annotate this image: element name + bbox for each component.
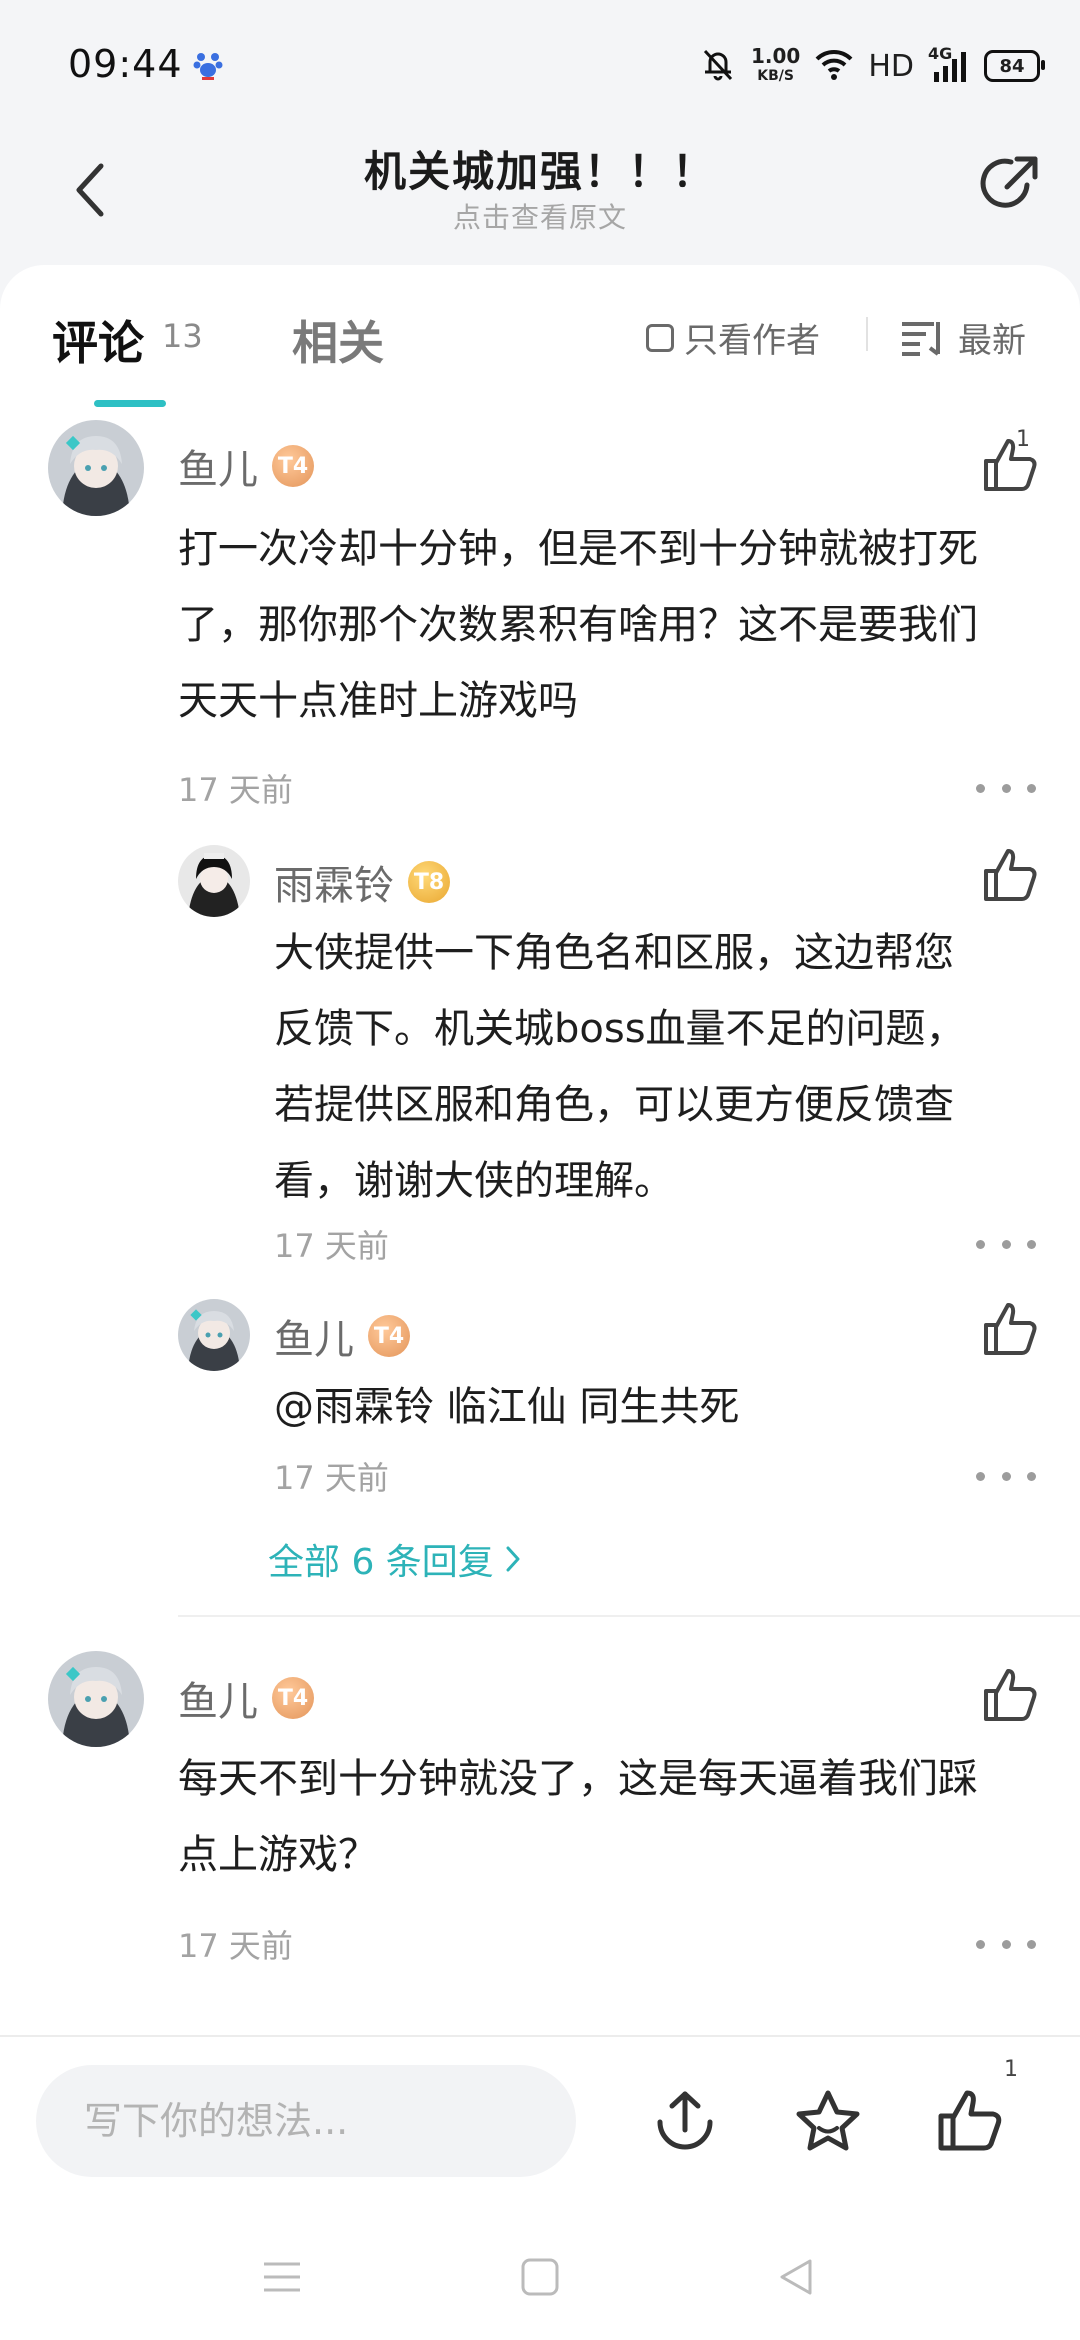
level-badge: T8 [408, 861, 450, 903]
comment-author: 鱼儿 T4 [178, 1669, 314, 1727]
system-nav-bar [0, 2205, 1080, 2340]
comment-time: 17 天前 [178, 1927, 293, 1965]
share-upload-button[interactable] [645, 2081, 725, 2161]
author-name[interactable]: 鱼儿 [274, 1307, 354, 1365]
mute-icon [699, 45, 737, 87]
author-only-toggle[interactable]: 只看作者 [646, 313, 820, 362]
thumbs-up-icon [984, 439, 1037, 491]
reply-time: 17 天前 [274, 1227, 389, 1265]
share-button[interactable] [970, 144, 1050, 224]
status-bar: 09:44 1.00 KB/S HD 4G 84 [0, 0, 1080, 130]
sort-button[interactable]: 最新 [900, 313, 1026, 362]
battery-indicator: 84 [984, 50, 1045, 82]
reply-text: @雨霖铃 临江仙 同生共死 [274, 1384, 740, 1430]
reply-author: 鱼儿 T4 [274, 1307, 410, 1365]
more-options-icon[interactable] [976, 773, 1036, 803]
status-icons: 1.00 KB/S HD 4G 84 [699, 38, 1045, 94]
author-name[interactable]: 雨霖铃 [274, 853, 394, 911]
like-count: 1 [1004, 2057, 1018, 2082]
comment-text: 每天不到十分钟就没了，这是每天逼着我们踩 点上游戏？ [178, 1756, 978, 1878]
favorite-button[interactable] [788, 2081, 868, 2161]
back-nav-button[interactable] [766, 2247, 826, 2307]
like-button[interactable] [980, 845, 1040, 905]
chevron-right-icon [506, 1546, 520, 1572]
more-options-icon[interactable] [976, 1461, 1036, 1491]
wifi-icon [814, 47, 854, 85]
more-options-icon[interactable] [976, 1229, 1036, 1259]
author-only-label: 只看作者 [684, 321, 820, 361]
tab-comments[interactable]: 评论 [52, 307, 144, 373]
sort-label: 最新 [958, 321, 1026, 361]
star-icon [796, 2090, 860, 2151]
menu-nav-button[interactable] [252, 2247, 312, 2307]
page-title[interactable]: 机关城加强！！！ [0, 138, 1080, 199]
menu-icon [264, 2262, 300, 2292]
tab-related[interactable]: 相关 [292, 307, 384, 373]
sort-icon [902, 321, 940, 356]
author-name[interactable]: 鱼儿 [178, 1669, 258, 1727]
more-options-icon[interactable] [976, 1929, 1036, 1959]
hd-label: HD [868, 48, 914, 84]
view-all-replies-link[interactable]: 全部 6 条回复 [268, 1533, 522, 1585]
comment-input[interactable] [36, 2065, 576, 2177]
comment-time: 17 天前 [178, 771, 293, 809]
level-badge: T4 [368, 1315, 410, 1357]
comment-text: 打一次冷却十分钟，但是不到十分钟就被打死 了，那你那个次数累积有啥用？这不是要我… [178, 526, 978, 724]
avatar[interactable] [48, 1651, 144, 1747]
thumbs-up-icon [984, 1303, 1037, 1355]
signal-icon: 4G [928, 44, 970, 84]
reply-text: 大侠提供一下角色名和区服，这边帮您 反馈下。机关城boss血量不足的问题， 若提… [274, 930, 966, 1204]
avatar[interactable] [178, 845, 250, 917]
tab-divider [866, 317, 868, 351]
active-tab-indicator [94, 400, 166, 407]
status-time: 09:44 [68, 42, 183, 86]
checkbox-icon[interactable] [646, 323, 674, 352]
avatar[interactable] [48, 420, 144, 516]
tab-bar: 评论 13 相关 只看作者 最新 [0, 265, 1080, 407]
like-button[interactable] [980, 1299, 1040, 1359]
like-button[interactable] [980, 435, 1040, 495]
reply-author: 雨霖铃 T8 [274, 853, 450, 911]
thumbs-up-icon [984, 1669, 1037, 1721]
like-count: 1 [1016, 427, 1030, 452]
comments-card: 评论 13 相关 只看作者 最新 鱼儿 T4 1 打一次冷却十分钟，但是不到十分… [0, 265, 1080, 2035]
upload-share-icon [657, 2091, 713, 2150]
author-name[interactable]: 鱼儿 [178, 437, 258, 495]
like-button[interactable] [980, 1665, 1040, 1725]
square-icon [521, 2258, 559, 2296]
home-nav-button[interactable] [510, 2247, 570, 2307]
page-header: 机关城加强！！！ 点击查看原文 [0, 130, 1080, 260]
avatar[interactable] [178, 1299, 250, 1371]
level-badge: T4 [272, 1677, 314, 1719]
like-button[interactable] [930, 2081, 1010, 2161]
network-speed: 1.00 KB/S [750, 44, 801, 84]
triangle-back-icon [780, 2259, 812, 2295]
comment-author: 鱼儿 T4 [178, 437, 314, 495]
share-arrow-icon [980, 156, 1038, 208]
thumbs-up-icon [938, 2090, 1002, 2151]
thumbs-up-icon [984, 849, 1037, 901]
baidu-paw-icon [192, 48, 224, 80]
comments-count: 13 [162, 317, 203, 355]
level-badge: T4 [272, 445, 314, 487]
view-original-link[interactable]: 点击查看原文 [0, 196, 1080, 236]
bottom-action-bar: 1 [0, 2035, 1080, 2207]
comment-divider [178, 1615, 1080, 1617]
reply-time: 17 天前 [274, 1459, 389, 1497]
